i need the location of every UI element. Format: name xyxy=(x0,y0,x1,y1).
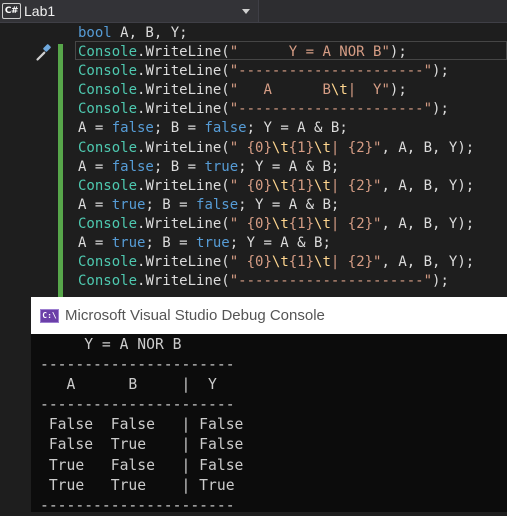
project-name: Lab1 xyxy=(24,3,56,19)
console-output-line: False False | False xyxy=(40,416,244,434)
document-tab-bar: C# Lab1 xyxy=(0,0,507,23)
console-output-line: ---------------------- xyxy=(40,396,235,414)
console-output-line: ---------------------- xyxy=(40,496,235,514)
code-text[interactable]: bool A, B, Y; Console.WriteLine(" Y = A … xyxy=(78,24,474,291)
console-output: Y = A NOR B ---------------------- A B |… xyxy=(40,335,243,516)
console-output-line: False True | False xyxy=(40,436,244,454)
code-line-writeline: Console.WriteLine("---------------------… xyxy=(78,101,449,118)
code-line-writeline: Console.WriteLine("---------------------… xyxy=(78,63,449,80)
project-dropdown[interactable]: C# Lab1 xyxy=(0,0,259,22)
code-editor[interactable]: bool A, B, Y; Console.WriteLine(" Y = A … xyxy=(0,23,507,298)
code-line-writeline-format: Console.WriteLine(" {0}\t{1}\t| {2}", A,… xyxy=(78,254,475,271)
code-line-writeline-format: Console.WriteLine(" {0}\t{1}\t| {2}", A,… xyxy=(78,177,475,194)
code-line-writeline: Console.WriteLine("---------------------… xyxy=(78,273,449,290)
code-line-assignment: A = true; B = false; Y = A & B; xyxy=(78,196,340,213)
debug-console-window[interactable]: C:\ Microsoft Visual Studio Debug Consol… xyxy=(31,297,507,514)
console-output-line: True False | False xyxy=(40,456,244,474)
code-line-assignment: A = false; B = true; Y = A & B; xyxy=(78,158,340,175)
console-output-line: True True | True xyxy=(40,476,235,494)
code-line-writeline: Console.WriteLine(" Y = A NOR B"); xyxy=(78,44,407,61)
change-indicator-bar xyxy=(58,44,63,298)
code-line-assignment: A = false; B = false; Y = A & B; xyxy=(78,120,348,137)
console-output-line: Y = A NOR B xyxy=(40,336,182,353)
console-output-line: ---------------------- xyxy=(40,356,235,374)
debug-console-title: Microsoft Visual Studio Debug Console xyxy=(65,307,325,324)
code-line-writeline-format: Console.WriteLine(" {0}\t{1}\t| {2}", A,… xyxy=(78,215,475,232)
csharp-file-icon: C# xyxy=(2,3,21,19)
code-line-writeline-format: Console.WriteLine(" {0}\t{1}\t| {2}", A,… xyxy=(78,139,475,156)
console-app-icon: C:\ xyxy=(40,308,59,323)
code-line-assignment: A = true; B = true; Y = A & B; xyxy=(78,235,331,252)
screwdriver-icon[interactable] xyxy=(34,43,54,63)
code-line-declaration: bool A, B, Y; xyxy=(78,25,188,41)
console-output-line: A B | Y xyxy=(40,376,217,394)
chevron-down-icon[interactable] xyxy=(242,9,250,14)
debug-console-title-bar[interactable]: C:\ Microsoft Visual Studio Debug Consol… xyxy=(31,297,507,334)
code-line-writeline: Console.WriteLine(" A B\t| Y"); xyxy=(78,82,407,99)
